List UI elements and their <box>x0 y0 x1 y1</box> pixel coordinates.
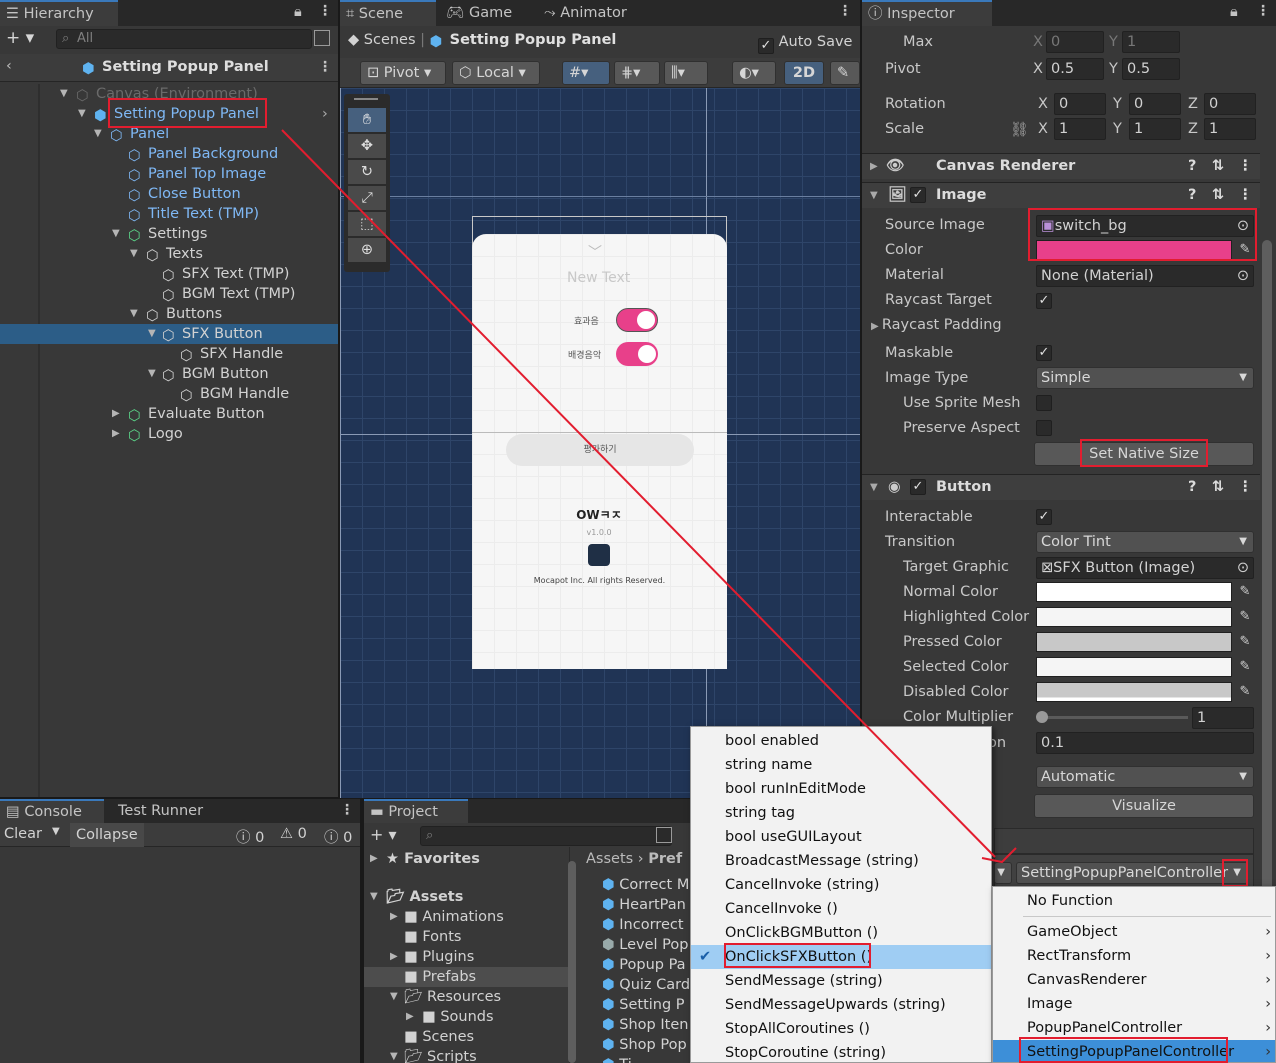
arrow-line <box>281 129 996 858</box>
annotation-arrow <box>281 129 1017 864</box>
